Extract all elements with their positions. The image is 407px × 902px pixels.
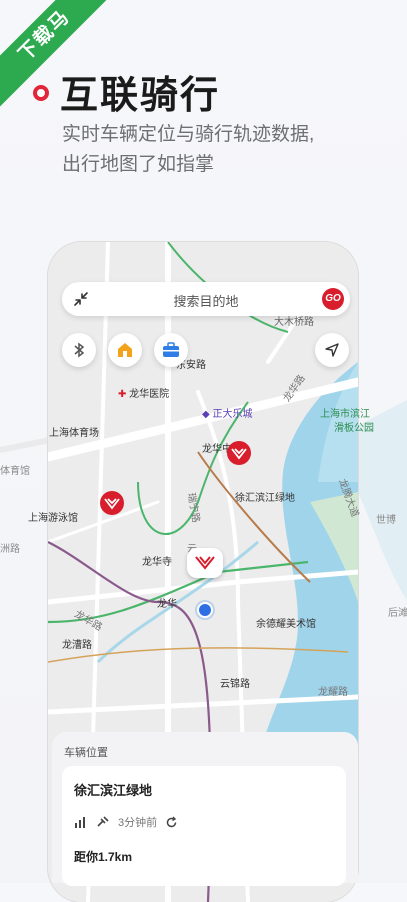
map-label-text: 正大乐城 — [212, 409, 253, 420]
panel-header: 车辆位置 — [64, 747, 108, 759]
bluetooth-icon — [74, 342, 85, 358]
update-time: 3分钟前 — [118, 817, 158, 829]
map-label: 龙耀路 — [318, 687, 348, 698]
map-label: 体育馆 — [0, 466, 30, 477]
navigation-icon — [325, 343, 339, 357]
navigation-button[interactable] — [315, 333, 349, 367]
map-label: 滑板公园 — [334, 423, 374, 434]
search-placeholder[interactable]: 搜索目的地 — [62, 291, 350, 310]
map-label: 徐汇滨江绿地 — [235, 493, 295, 504]
search-bar[interactable]: 搜索目的地 GO — [62, 282, 350, 316]
vehicle-card[interactable]: 徐汇滨江绿地 3分钟前 距你1.7km — [62, 766, 346, 886]
map-label: 后滩 — [388, 608, 407, 619]
map-label: 龙华寺 — [142, 557, 172, 568]
map-label: 上海游泳馆 — [28, 513, 78, 524]
vehicle-place: 徐汇滨江绿地 — [74, 783, 153, 798]
satellite-icon — [97, 816, 109, 827]
map-label: 龙漕路 — [62, 640, 92, 651]
map-label: 龙华 — [157, 599, 177, 610]
go-button[interactable]: GO — [322, 288, 344, 310]
home-icon — [118, 343, 132, 357]
map-label: ◆ 正大乐城 — [202, 409, 253, 420]
vehicle-location-panel: 车辆位置 徐汇滨江绿地 3分钟前 距你1.7km — [52, 732, 358, 886]
map-label-text: 龙华医院 — [129, 389, 170, 400]
work-button[interactable] — [154, 333, 188, 367]
vehicle-status-row: 3分钟前 — [74, 814, 178, 830]
location-dot-icon — [195, 600, 215, 620]
signal-icon — [75, 817, 85, 828]
home-button[interactable] — [108, 333, 142, 367]
map-label: ✚ 龙华医院 — [118, 389, 170, 400]
map-label: 余德耀美术馆 — [256, 619, 316, 630]
bike-marker-icon[interactable] — [99, 490, 125, 516]
map-label: 上海市滨江 — [320, 409, 370, 420]
selected-bike-marker[interactable] — [187, 548, 223, 578]
vehicle-distance: 距你1.7km — [74, 850, 133, 864]
bike-marker-icon[interactable] — [226, 440, 252, 466]
map-label: 洲路 — [0, 544, 20, 555]
refresh-icon[interactable] — [165, 816, 178, 829]
bluetooth-button[interactable] — [62, 333, 96, 367]
map-label: 云锦路 — [220, 679, 250, 690]
bike-logo-icon — [195, 556, 215, 570]
map-label: 上海体育场 — [49, 428, 99, 439]
work-icon — [163, 342, 179, 357]
map-label: 世博 — [376, 515, 396, 526]
